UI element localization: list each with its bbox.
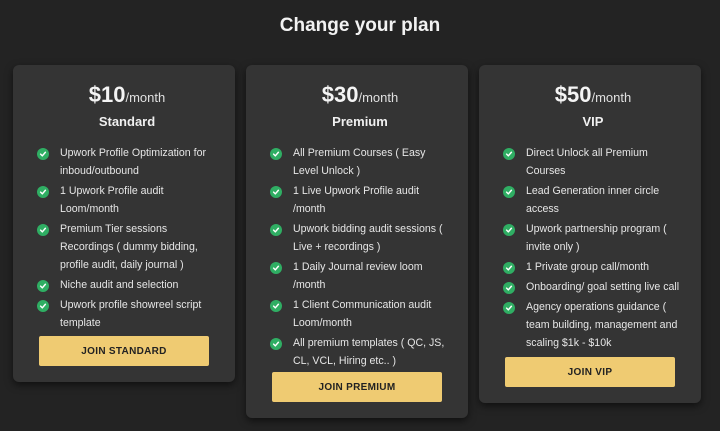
check-circle-icon <box>503 282 515 294</box>
feature-item: Onboarding/ goal setting live call <box>503 280 683 296</box>
check-circle-icon <box>270 224 282 236</box>
feature-text: Upwork partnership program ( invite only… <box>526 223 667 253</box>
price-row: $10/month <box>37 82 217 108</box>
feature-item: Upwork partnership program ( invite only… <box>503 222 683 256</box>
plan-price: $10 <box>88 82 126 107</box>
check-circle-icon <box>503 224 515 236</box>
feature-text: 1 Upwork Profile audit Loom/month <box>60 185 164 215</box>
check-circle-icon <box>503 186 515 198</box>
check-circle-icon <box>37 148 49 160</box>
check-circle-icon <box>270 300 282 312</box>
check-circle-icon <box>503 262 515 274</box>
check-circle-icon <box>503 302 515 314</box>
price-row: $30/month <box>270 82 450 108</box>
feature-item: Agency operations guidance ( team buildi… <box>503 300 683 352</box>
feature-item: Niche audit and selection <box>37 278 217 294</box>
check-circle-icon <box>37 186 49 198</box>
plan-card-premium: $30/month Premium All Premium Courses ( … <box>246 65 468 418</box>
plan-price: $30 <box>321 82 359 107</box>
feature-item: Direct Unlock all Premium Courses <box>503 146 683 180</box>
check-circle-icon <box>270 338 282 350</box>
plan-period: /month <box>358 90 399 105</box>
join-vip-button[interactable]: JOIN VIP <box>505 357 675 387</box>
feature-text: All Premium Courses ( Easy Level Unlock … <box>293 147 426 177</box>
feature-text: Lead Generation inner circle access <box>526 185 660 215</box>
check-circle-icon <box>270 148 282 160</box>
plan-name: Standard <box>98 114 156 129</box>
feature-item: All Premium Courses ( Easy Level Unlock … <box>270 146 450 180</box>
check-circle-icon <box>270 186 282 198</box>
feature-text: Upwork Profile Optimization for inboud/o… <box>60 147 207 177</box>
plan-name: VIP <box>582 114 604 129</box>
feature-item: Upwork profile showreel script template <box>37 298 217 332</box>
feature-text: Upwork profile showreel script template <box>60 299 202 329</box>
check-circle-icon <box>37 280 49 292</box>
feature-list: All Premium Courses ( Easy Level Unlock … <box>270 146 450 370</box>
feature-list: Direct Unlock all Premium Courses Lead G… <box>503 146 683 352</box>
plan-name: Premium <box>332 114 388 129</box>
plan-card-vip: $50/month VIP Direct Unlock all Premium … <box>479 65 701 403</box>
feature-item: 1 Daily Journal review loom /month <box>270 260 450 294</box>
check-circle-icon <box>37 224 49 236</box>
feature-text: Niche audit and selection <box>60 279 179 291</box>
feature-item: Premium Tier sessions Recordings ( dummy… <box>37 222 217 274</box>
plan-price: $50 <box>554 82 592 107</box>
check-circle-icon <box>270 262 282 274</box>
feature-item: Upwork bidding audit sessions ( Live + r… <box>270 222 450 256</box>
feature-item: All premium templates ( QC, JS, CL, VCL,… <box>270 336 450 370</box>
join-standard-button[interactable]: JOIN STANDARD <box>39 336 209 366</box>
feature-text: All premium templates ( QC, JS, CL, VCL,… <box>293 337 445 367</box>
feature-text: 1 Live Upwork Profile audit /month <box>293 185 420 215</box>
feature-item: 1 Live Upwork Profile audit /month <box>270 184 450 218</box>
feature-text: Upwork bidding audit sessions ( Live + r… <box>293 223 443 253</box>
feature-text: Premium Tier sessions Recordings ( dummy… <box>60 223 198 271</box>
feature-text: Direct Unlock all Premium Courses <box>526 147 648 177</box>
price-row: $50/month <box>503 82 683 108</box>
feature-list: Upwork Profile Optimization for inboud/o… <box>37 146 217 332</box>
feature-item: Upwork Profile Optimization for inboud/o… <box>37 146 217 180</box>
feature-text: 1 Private group call/month <box>526 261 650 273</box>
feature-item: 1 Client Communication audit Loom/month <box>270 298 450 332</box>
plan-period: /month <box>125 90 166 105</box>
feature-text: 1 Client Communication audit Loom/month <box>293 299 432 329</box>
feature-item: 1 Upwork Profile audit Loom/month <box>37 184 217 218</box>
feature-text: 1 Daily Journal review loom /month <box>293 261 423 291</box>
feature-item: Lead Generation inner circle access <box>503 184 683 218</box>
feature-text: Agency operations guidance ( team buildi… <box>526 301 678 349</box>
check-circle-icon <box>503 148 515 160</box>
check-circle-icon <box>37 300 49 312</box>
page-title: Change your plan <box>279 15 441 36</box>
plan-period: /month <box>591 90 632 105</box>
feature-item: 1 Private group call/month <box>503 260 683 276</box>
join-premium-button[interactable]: JOIN PREMIUM <box>272 372 442 402</box>
plan-card-standard: $10/month Standard Upwork Profile Optimi… <box>13 65 235 382</box>
feature-text: Onboarding/ goal setting live call <box>526 281 680 293</box>
